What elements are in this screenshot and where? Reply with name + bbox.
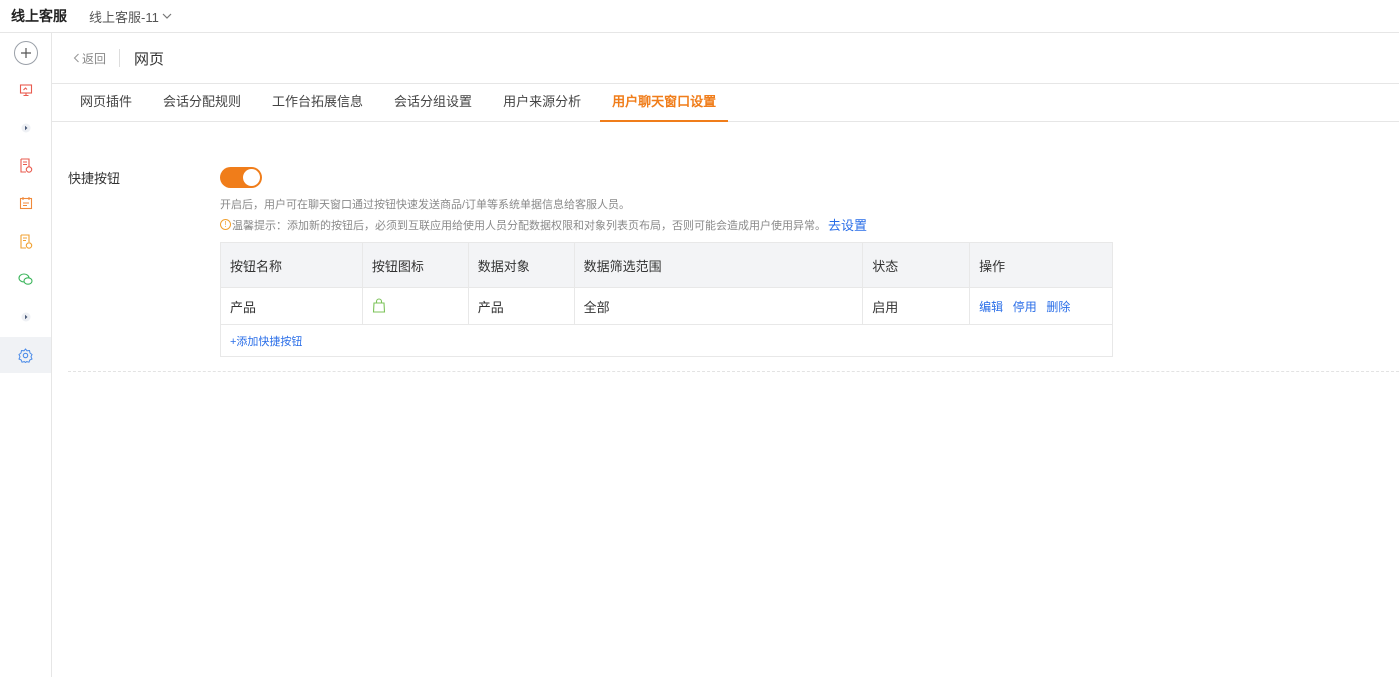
col-actions: 操作 [969,242,1113,288]
monitor-icon [19,84,32,97]
cell-object: 产品 [468,287,575,325]
expand-arrow-icon [21,312,30,322]
tab-session-groups[interactable]: 会话分组设置 [382,84,484,122]
gear-icon [18,347,33,363]
rail-wechat[interactable] [0,261,51,297]
rail-expand-1[interactable] [0,110,51,146]
col-filter-scope: 数据筛选范围 [574,242,864,288]
expand-arrow-icon [21,123,30,133]
report-icon [19,157,32,173]
header-divider [119,49,121,67]
plus-icon [13,41,38,65]
tab-web-plugin[interactable]: 网页插件 [68,84,144,122]
disable-button[interactable]: 停用 [1013,300,1037,314]
app-title: 线上客服 [11,8,67,24]
document-icon [19,233,32,249]
toggle-knob [243,169,260,186]
tip-text: 温馨提示：添加新的按钮后，必须到互联应用给使用人员分配数据权限和对象列表页布局，… [232,219,826,232]
rail-calendar[interactable] [0,185,51,221]
quick-buttons-toggle[interactable] [220,167,262,188]
warning-tip: ! 温馨提示：添加新的按钮后，必须到互联应用给使用人员分配数据权限和对象列表页布… [220,215,867,234]
workspace-selector[interactable]: 线上客服-11 [89,7,172,26]
cell-status: 启用 [862,287,971,325]
col-status: 状态 [862,242,971,288]
top-bar: 线上客服 线上客服-11 [0,0,1399,33]
rail-document[interactable] [0,223,51,259]
rail-settings[interactable] [0,337,51,373]
cell-actions: 编辑 停用 删除 [969,287,1113,325]
table-header-row: 按钮名称 按钮图标 数据对象 数据筛选范围 状态 操作 [220,242,1113,288]
col-button-name: 按钮名称 [220,242,363,288]
page-header: 返回 网页 [52,33,1399,84]
rail-monitor[interactable] [0,72,51,108]
back-button[interactable]: 返回 [73,50,106,67]
chevron-down-icon [162,13,172,19]
calendar-icon [19,197,32,210]
delete-button[interactable]: 删除 [1046,300,1070,314]
cell-scope: 全部 [574,287,864,325]
left-rail [0,33,52,677]
shopping-bag-icon [372,298,385,313]
rail-add[interactable] [0,35,51,71]
quick-buttons-description: 开启后，用户可在聊天窗口通过按钮快速发送商品/订单等系统单据信息给客服人员。 [220,199,631,211]
rail-expand-2[interactable] [0,299,51,335]
go-settings-link[interactable]: 去设置 [828,215,867,234]
add-quick-button[interactable]: +添加快捷按钮 [230,336,302,348]
chevron-left-icon [73,53,79,63]
page-title: 网页 [134,50,165,68]
quick-buttons-table: 按钮名称 按钮图标 数据对象 数据筛选范围 状态 操作 产品 产品 全部 启用 … [220,242,1113,357]
main-content: 返回 网页 网页插件 会话分配规则 工作台拓展信息 会话分组设置 用户来源分析 … [52,33,1399,677]
section-divider [68,371,1399,372]
col-data-object: 数据对象 [468,242,575,288]
cell-icon [362,287,469,325]
quick-buttons-label: 快捷按钮 [68,171,121,186]
col-button-icon: 按钮图标 [362,242,469,288]
wechat-icon [18,273,33,285]
tab-bar: 网页插件 会话分配规则 工作台拓展信息 会话分组设置 用户来源分析 用户聊天窗口… [52,84,1399,122]
info-icon: ! [220,219,231,230]
workspace-label: 线上客服-11 [89,9,159,25]
tab-session-assignment[interactable]: 会话分配规则 [151,84,253,122]
rail-report[interactable] [0,147,51,183]
tab-chat-window-settings[interactable]: 用户聊天窗口设置 [600,84,729,122]
tab-workbench-extension[interactable]: 工作台拓展信息 [260,84,375,122]
cell-name: 产品 [220,287,363,325]
edit-button[interactable]: 编辑 [979,300,1003,314]
tab-source-analysis[interactable]: 用户来源分析 [491,84,593,122]
add-row: +添加快捷按钮 [220,324,1113,357]
table-row: 产品 产品 全部 启用 编辑 停用 删除 [220,287,1113,325]
back-label: 返回 [82,51,107,66]
